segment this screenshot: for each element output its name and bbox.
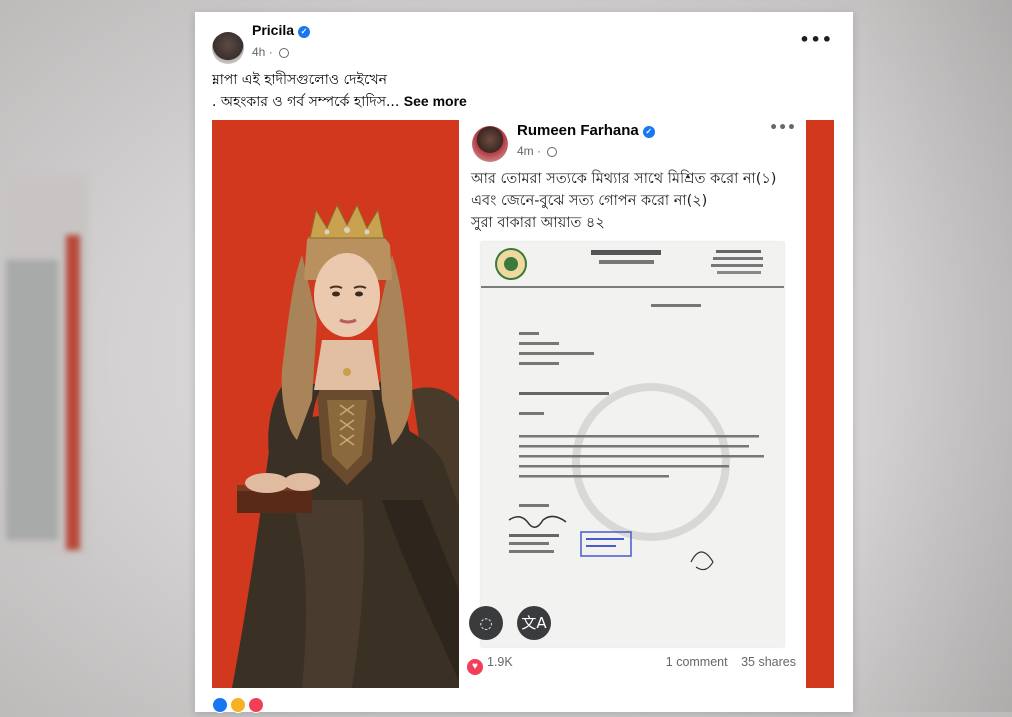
globe-icon [279, 48, 290, 58]
reaction-summary[interactable]: ♥ 1.9K [467, 655, 513, 675]
verified-badge-icon: ✓ [298, 26, 311, 38]
shares-count-link[interactable]: 35 shares [741, 655, 796, 669]
facebook-post-card: Pricila ✓ 4h · ••• ম্নাপা এই হাদীসগুলোও দ… [195, 12, 853, 713]
caption-line: ম্নাপা এই হাদীসগুলোও দেইখেন [212, 72, 387, 88]
like-reaction-icon [212, 697, 228, 713]
text-line: এবং জেনে-বুঝে সত্য গোপন করো না(২) [471, 193, 708, 209]
embedded-author-avatar[interactable] [472, 126, 508, 162]
embedded-post-options-button[interactable]: ••• [769, 120, 796, 136]
post-media[interactable]: Rumeen Farhana ✓ 4m · ••• আর তোমরা সত্যকে… [212, 120, 834, 688]
see-more-link[interactable]: See more [404, 93, 467, 109]
outer-reaction-icons[interactable] [212, 697, 265, 717]
verified-badge-icon: ✓ [642, 126, 655, 138]
haha-reaction-icon [230, 697, 247, 713]
parliament-letter-image[interactable] [481, 242, 784, 647]
love-reaction-icon [248, 697, 265, 713]
circle-action-button[interactable]: ◌ [469, 606, 503, 640]
text-line: আর তোমরা সত্যকে মিথ্যার সাথে মিশ্রিত করো… [471, 171, 777, 187]
background-blurred-panel [0, 175, 88, 555]
post-author[interactable]: Pricila ✓ [252, 22, 311, 38]
author-avatar[interactable] [212, 32, 244, 64]
embedded-post-time: 4m · [517, 144, 558, 158]
love-reaction-icon: ♥ [467, 659, 483, 675]
translate-icon[interactable]: 文A [517, 606, 551, 640]
globe-icon [547, 147, 558, 157]
text-line: সুরা বাকারা আয়াত ৪২ [471, 215, 605, 231]
post-caption: ম্নাপা এই হাদীসগুলোও দেইখেন . অহংকার ও গ… [212, 70, 467, 113]
caption-line: . অহংকার ও গর্ব সম্পর্কে হাদিস... See mo… [212, 93, 467, 110]
engagement-counts: 1 comment 35 shares [656, 655, 796, 669]
embedded-post[interactable]: Rumeen Farhana ✓ 4m · ••• আর তোমরা সত্যকে… [459, 120, 806, 688]
post-options-button[interactable]: ••• [799, 30, 833, 49]
embedded-post-text: আর তোমরা সত্যকে মিথ্যার সাথে মিশ্রিত করো… [471, 168, 776, 234]
background-shade [862, 0, 1012, 712]
comments-count-link[interactable]: 1 comment [666, 655, 728, 669]
embedded-post-author[interactable]: Rumeen Farhana ✓ [517, 122, 655, 139]
post-time[interactable]: 4h · [252, 45, 290, 59]
